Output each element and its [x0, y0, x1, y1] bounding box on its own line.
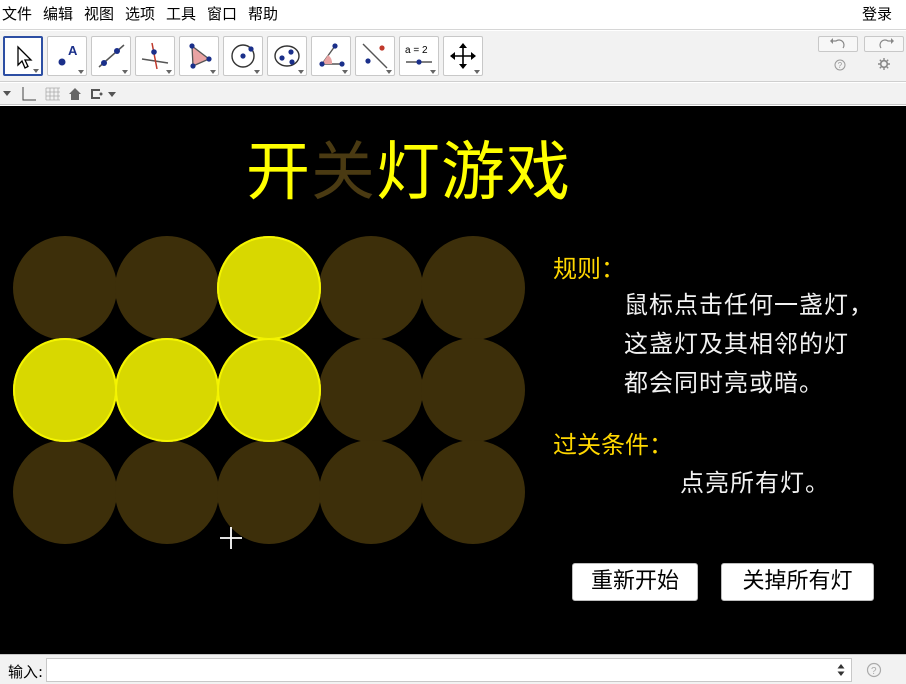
win-condition-heading: 过关条件：: [553, 431, 673, 459]
tool-dropdown-indicator-icon: [210, 70, 216, 74]
lamp-off[interactable]: [13, 440, 117, 544]
lamp-on[interactable]: [115, 338, 219, 442]
graphics-view[interactable]: 开关灯游戏 规则： 鼠标点击任何一盏灯， 这盏灯及其相邻的灯 都会同时亮或暗。 …: [0, 106, 906, 654]
reflect-tool-icon: [362, 43, 388, 69]
tool-dropdown-indicator-icon: [166, 70, 172, 74]
tool-dropdown-indicator-icon: [386, 70, 392, 74]
undo-icon: [830, 38, 845, 49]
turn-all-off-button[interactable]: 关掉所有灯: [721, 563, 874, 601]
lamp-off[interactable]: [13, 236, 117, 340]
menu-view[interactable]: 视图: [84, 4, 114, 24]
win-condition-text: 点亮所有灯。: [680, 469, 830, 497]
tool-dropdown-indicator-icon: [298, 70, 304, 74]
move-view-tool-button[interactable]: [443, 36, 483, 76]
lamp-on[interactable]: [217, 236, 321, 340]
lamp-off[interactable]: [421, 440, 525, 544]
title-char: 开: [246, 136, 311, 210]
move-view-tool-icon: [450, 43, 476, 69]
tool-dropdown-indicator-icon: [474, 70, 480, 74]
svg-text:?: ?: [838, 61, 843, 70]
polygon-tool-button[interactable]: [179, 36, 219, 76]
crosshair-cursor-icon: [220, 527, 242, 549]
circle-tool-icon: [231, 44, 255, 68]
tool-dropdown-indicator-icon: [342, 70, 348, 74]
lamp-on[interactable]: [13, 338, 117, 442]
lamp-off[interactable]: [421, 338, 525, 442]
polygon-tool-icon: [189, 43, 212, 69]
move-tool-icon: [17, 45, 33, 69]
lamp-off[interactable]: [319, 440, 423, 544]
reflect-tool-button[interactable]: [355, 36, 395, 76]
rules-heading: 规则：: [553, 255, 625, 283]
rules-line: 这盏灯及其相邻的灯: [624, 330, 849, 358]
login-link[interactable]: 登录: [862, 4, 892, 24]
move-tool-button[interactable]: [3, 36, 43, 76]
redo-icon: [879, 38, 894, 49]
slider-tool-button[interactable]: a = 2: [399, 36, 439, 76]
tool-dropdown-indicator-icon: [33, 69, 39, 73]
point-tool-button[interactable]: A: [47, 36, 87, 76]
home-view-icon[interactable]: [67, 86, 83, 102]
settings-gear-icon[interactable]: [878, 58, 890, 70]
lamp-off[interactable]: [115, 236, 219, 340]
tool-dropdown-indicator-icon: [254, 70, 260, 74]
redo-button[interactable]: [864, 36, 904, 52]
toolbar: A a = 2 ?: [0, 31, 906, 82]
lamp-off[interactable]: [319, 338, 423, 442]
tool-dropdown-indicator-icon: [430, 70, 436, 74]
algebra-input-field[interactable]: [46, 658, 852, 682]
stylebar-toggle-icon[interactable]: [2, 86, 12, 102]
slider-tool-icon: a = 2: [405, 45, 432, 65]
menu-window[interactable]: 窗口: [207, 4, 237, 24]
perpendicular-line-tool-button[interactable]: [135, 36, 175, 76]
menu-tools[interactable]: 工具: [166, 4, 196, 24]
input-history-dropdown-icon[interactable]: [836, 663, 846, 677]
grid-toggle-icon[interactable]: [44, 86, 62, 102]
rules-line: 都会同时亮或暗。: [624, 369, 824, 397]
tool-dropdown-indicator-icon: [78, 70, 84, 74]
lamp-off[interactable]: [421, 236, 525, 340]
line-tool-icon: [98, 44, 125, 68]
title-char: 灯: [376, 136, 441, 210]
help-icon[interactable]: ?: [834, 59, 846, 71]
lamp-on[interactable]: [217, 338, 321, 442]
lamp-off[interactable]: [319, 236, 423, 340]
angle-tool-button[interactable]: [311, 36, 351, 76]
menu-bar: 文件 编辑 视图 选项 工具 窗口 帮助 登录: [0, 0, 906, 30]
menu-edit[interactable]: 编辑: [43, 4, 73, 24]
menu-options[interactable]: 选项: [125, 4, 155, 24]
ellipse-tool-icon: [274, 45, 300, 67]
axes-toggle-icon[interactable]: [20, 86, 38, 102]
title-char: 关: [311, 136, 376, 210]
point-tool-icon: A: [58, 43, 78, 66]
input-help-icon[interactable]: ?: [866, 662, 882, 678]
angle-tool-icon: [319, 43, 345, 67]
input-label: 输入:: [8, 663, 44, 681]
tool-dropdown-indicator-icon: [122, 70, 128, 74]
title-char: 戏: [506, 136, 571, 210]
point-tool-label: A: [68, 43, 78, 58]
menu-help[interactable]: 帮助: [248, 4, 278, 24]
circle-tool-button[interactable]: [223, 36, 263, 76]
rules-line: 鼠标点击任何一盏灯，: [624, 291, 874, 319]
undo-button[interactable]: [818, 36, 858, 52]
lamp-off[interactable]: [115, 440, 219, 544]
ellipse-tool-button[interactable]: [267, 36, 307, 76]
menu-file[interactable]: 文件: [2, 4, 32, 24]
restart-button[interactable]: 重新开始: [572, 563, 698, 601]
title-char: 游: [441, 136, 506, 210]
svg-text:?: ?: [871, 666, 877, 677]
perpendicular-line-tool-icon: [141, 42, 169, 70]
input-bar: 输入: ?: [0, 654, 906, 684]
slider-tool-label: a = 2: [405, 45, 428, 56]
line-tool-button[interactable]: [91, 36, 131, 76]
game-title: 开关灯游戏: [246, 138, 571, 208]
style-bar: [0, 83, 906, 105]
point-capturing-dropdown-icon[interactable]: [89, 86, 121, 102]
